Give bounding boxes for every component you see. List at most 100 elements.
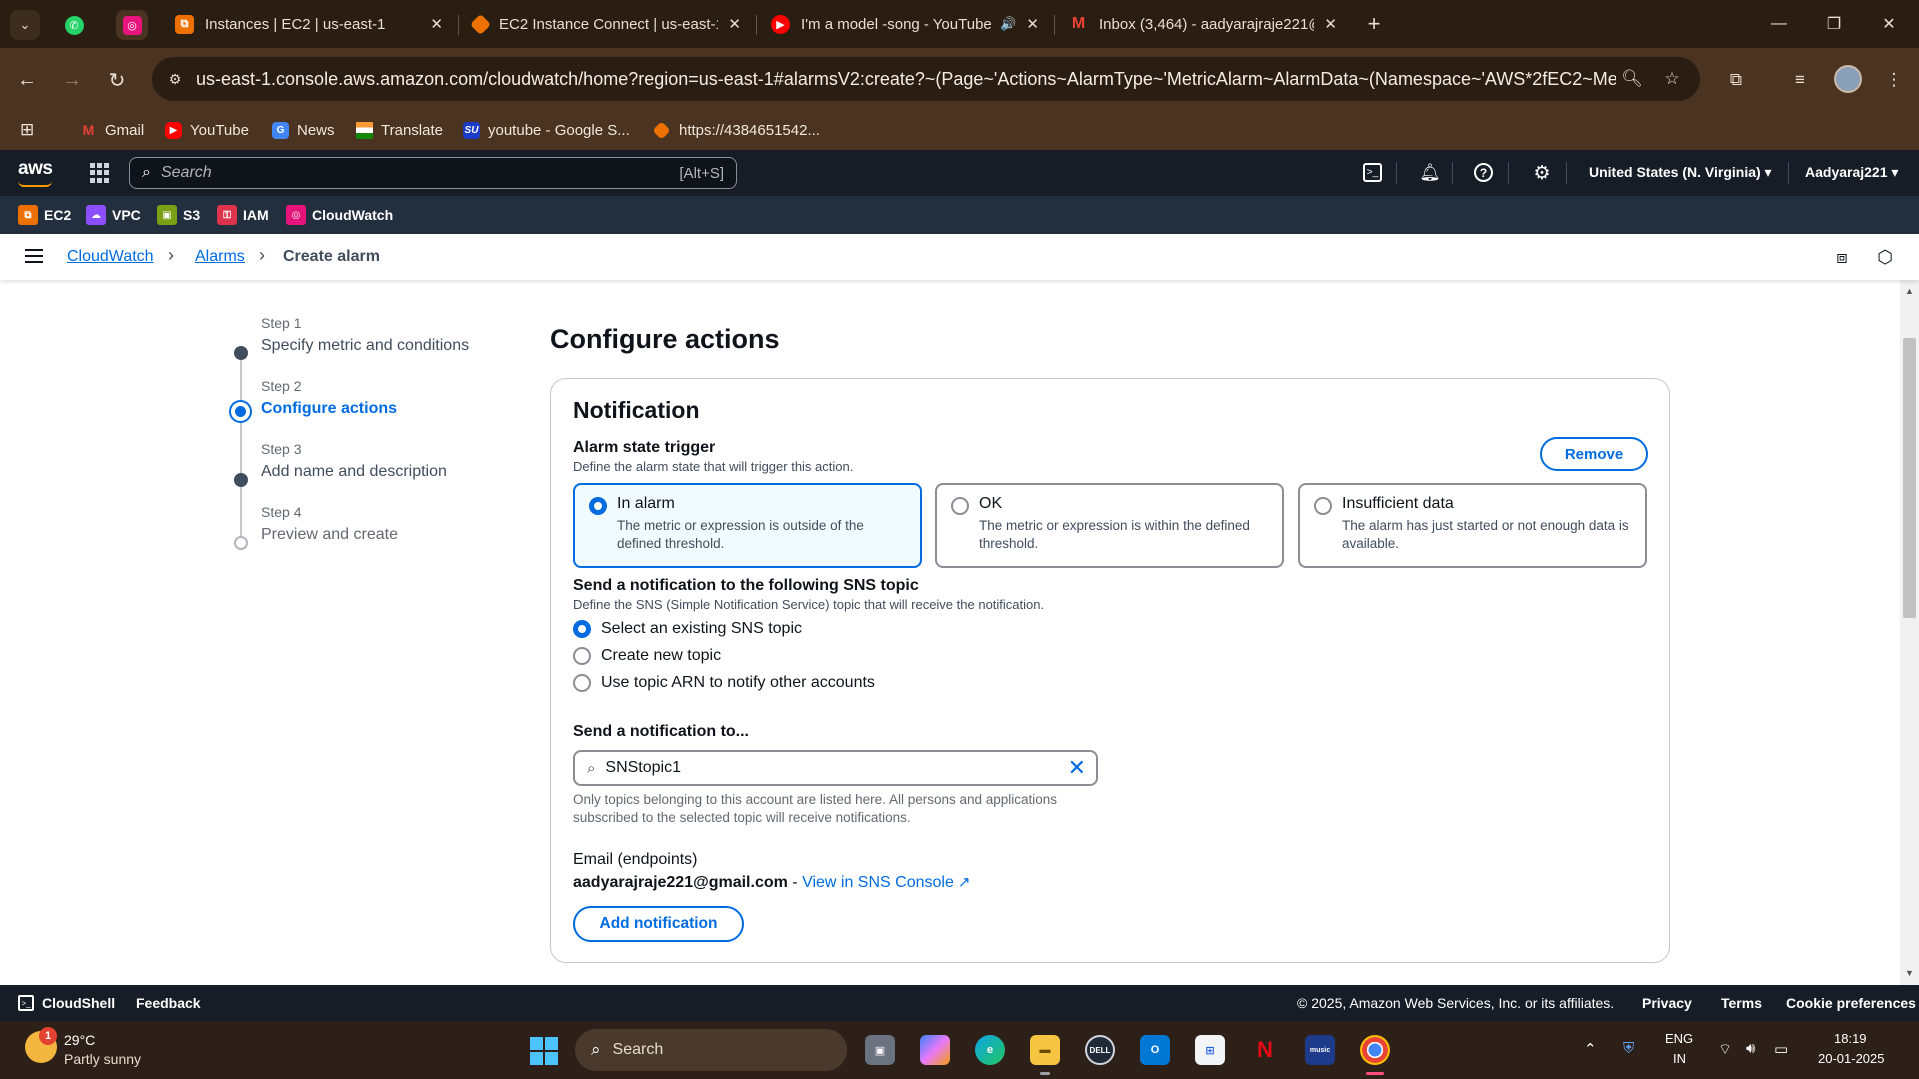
aws-logo[interactable]: aws <box>18 158 53 180</box>
taskbar-search[interactable]: ⌕ Search <box>575 1029 847 1071</box>
security-shield-icon[interactable]: ⛨ <box>1623 1040 1634 1057</box>
remove-button[interactable]: Remove <box>1540 437 1648 471</box>
aws-search-input[interactable]: ⌕ Search [Alt+S] <box>129 157 737 189</box>
settings-hex-icon[interactable]: ⬡ <box>1874 246 1896 268</box>
favorite-vpc[interactable]: ☁ VPC <box>86 204 141 226</box>
privacy-link[interactable]: Privacy <box>1642 995 1692 1011</box>
close-icon[interactable]: ✕ <box>728 15 741 33</box>
tab-youtube-song[interactable]: ▶ I'm a model -song - YouTube 🔊 ✕ <box>759 6 1051 42</box>
bookmark-aws-account[interactable]: https://4384651542... <box>652 118 820 142</box>
cloudshell-link[interactable]: CloudShell <box>42 995 115 1011</box>
url-text[interactable]: us-east-1.console.aws.amazon.com/cloudwa… <box>196 69 1616 90</box>
state-tile-in-alarm[interactable]: In alarm The metric or expression is out… <box>573 483 922 568</box>
help-icon[interactable]: ? <box>1474 163 1493 182</box>
bookmark-youtube-search[interactable]: SU youtube - Google S... <box>463 118 630 142</box>
cookie-preferences-link[interactable]: Cookie preferences <box>1786 995 1916 1011</box>
close-window-button[interactable]: ✕ <box>1861 0 1917 48</box>
extensions-icon[interactable]: ⧉ <box>1722 66 1750 94</box>
option-new-topic[interactable]: Create new topic <box>573 646 721 666</box>
bookmark-star-icon[interactable]: ☆ <box>1660 67 1684 91</box>
radio-insufficient-data[interactable] <box>1314 497 1332 515</box>
favorite-s3[interactable]: ▣ S3 <box>157 204 200 226</box>
site-info-icon[interactable]: ⚙ <box>164 68 186 90</box>
sns-topic-input[interactable]: ⌕ SNStopic1 ✕ <box>573 750 1098 786</box>
feedback-link[interactable]: Feedback <box>136 995 201 1011</box>
forward-button[interactable]: → <box>55 63 89 97</box>
clear-icon[interactable]: ✕ <box>1068 755 1086 781</box>
file-explorer-icon[interactable]: ▬ <box>1030 1035 1060 1065</box>
terms-link[interactable]: Terms <box>1721 995 1762 1011</box>
address-bar[interactable]: ⚙ us-east-1.console.aws.amazon.com/cloud… <box>152 57 1700 101</box>
weather-condition[interactable]: Partly sunny <box>64 1051 141 1067</box>
scroll-up-icon[interactable]: ▲ <box>1905 286 1914 296</box>
bell-icon[interactable]: 🔔︎ <box>1418 161 1442 185</box>
pinned-tab-cloudwatch[interactable]: ◎ <box>116 10 148 40</box>
bookmark-news[interactable]: G News <box>272 118 335 142</box>
reload-button[interactable]: ↻ <box>100 63 134 97</box>
favorite-cloudwatch[interactable]: ◎ CloudWatch <box>286 204 393 226</box>
weather-temp[interactable]: 29°C <box>64 1032 95 1048</box>
copilot-icon[interactable] <box>920 1035 950 1065</box>
option-existing-topic[interactable]: Select an existing SNS topic <box>573 619 802 639</box>
close-icon[interactable]: ✕ <box>430 15 443 33</box>
tab-gmail-inbox[interactable]: M Inbox (3,464) - aadyarajraje221@gmail.… <box>1057 6 1349 42</box>
zoom-icon[interactable]: 🔍︎ <box>1620 67 1644 91</box>
breadcrumb-alarms[interactable]: Alarms <box>195 248 245 266</box>
chrome-icon[interactable] <box>1360 1035 1390 1065</box>
radio-in-alarm[interactable] <box>589 497 607 515</box>
clock-time[interactable]: 18:19 <box>1834 1031 1867 1046</box>
cloudshell-icon[interactable]: >_ <box>1363 163 1382 182</box>
pinned-tab-whatsapp[interactable]: ✆ <box>58 10 90 40</box>
gear-icon[interactable]: ⚙ <box>1530 161 1554 185</box>
chevron-up-icon[interactable]: ⌃ <box>1584 1040 1597 1058</box>
add-notification-button[interactable]: Add notification <box>573 906 744 942</box>
volume-icon[interactable]: 🔊︎ <box>1746 1040 1755 1057</box>
language-label[interactable]: ENG <box>1665 1031 1693 1046</box>
radio-new-topic[interactable] <box>573 647 591 665</box>
battery-icon[interactable]: ▭ <box>1774 1040 1788 1058</box>
favorite-ec2[interactable]: ⧉ EC2 <box>18 204 71 226</box>
microsoft-store-icon[interactable]: ⊞ <box>1195 1035 1225 1065</box>
apps-grid-icon[interactable]: ⊞ <box>20 118 34 142</box>
dell-icon[interactable]: DELL <box>1085 1035 1115 1065</box>
speaker-icon[interactable]: 🔊 <box>1000 16 1016 32</box>
dashboard-icon[interactable]: ⧈ <box>1831 246 1853 268</box>
clock-date[interactable]: 20-01-2025 <box>1818 1051 1885 1066</box>
close-icon[interactable]: ✕ <box>1026 15 1039 33</box>
account-menu[interactable]: Aadyaraj221 ▾ <box>1805 164 1898 181</box>
task-view-icon[interactable]: ▣ <box>865 1035 895 1065</box>
sns-console-link[interactable]: View in SNS Console <box>802 874 954 891</box>
scroll-down-icon[interactable]: ▼ <box>1905 968 1914 978</box>
step-1-link[interactable]: Specify metric and conditions <box>261 337 469 355</box>
edge-icon[interactable]: e <box>975 1035 1005 1065</box>
menu-icon[interactable] <box>25 249 43 263</box>
profile-avatar[interactable] <box>1834 65 1862 93</box>
breadcrumb-cloudwatch[interactable]: CloudWatch <box>67 248 154 266</box>
close-icon[interactable]: ✕ <box>1324 15 1337 33</box>
outlook-icon[interactable]: O <box>1140 1035 1170 1065</box>
sns-topic-value[interactable]: SNStopic1 <box>605 759 1067 777</box>
tab-ec2-instance-connect[interactable]: EC2 Instance Connect | us-east-1 ✕ <box>461 6 753 42</box>
tab-search-button[interactable]: ⌄ <box>10 10 40 40</box>
restore-button[interactable]: ❐ <box>1806 0 1862 48</box>
minimize-button[interactable]: — <box>1751 0 1807 48</box>
netflix-icon[interactable]: N <box>1250 1035 1280 1065</box>
state-tile-ok[interactable]: OK The metric or expression is within th… <box>935 483 1284 568</box>
new-tab-button[interactable]: + <box>1360 10 1388 38</box>
cloudshell-icon[interactable]: >_ <box>18 995 34 1011</box>
radio-ok[interactable] <box>951 497 969 515</box>
bookmark-youtube[interactable]: ▶ YouTube <box>165 118 249 142</box>
services-grid-icon[interactable] <box>90 163 110 183</box>
bookmark-translate[interactable]: Translate <box>356 118 443 142</box>
external-link-icon[interactable]: ↗ <box>958 873 971 891</box>
bookmark-gmail[interactable]: M Gmail <box>80 118 145 142</box>
option-topic-arn[interactable]: Use topic ARN to notify other accounts <box>573 673 875 693</box>
media-control-icon[interactable]: ≡ <box>1786 66 1814 94</box>
radio-existing-topic[interactable] <box>573 620 591 638</box>
back-button[interactable]: ← <box>10 63 44 97</box>
favorite-iam[interactable]: ⚿ IAM <box>217 204 269 226</box>
tab-instances[interactable]: ⧉ Instances | EC2 | us-east-1 ✕ <box>163 6 455 42</box>
state-tile-insufficient-data[interactable]: Insufficient data The alarm has just sta… <box>1298 483 1647 568</box>
chrome-menu-icon[interactable]: ⋮ <box>1880 66 1908 94</box>
radio-topic-arn[interactable] <box>573 674 591 692</box>
